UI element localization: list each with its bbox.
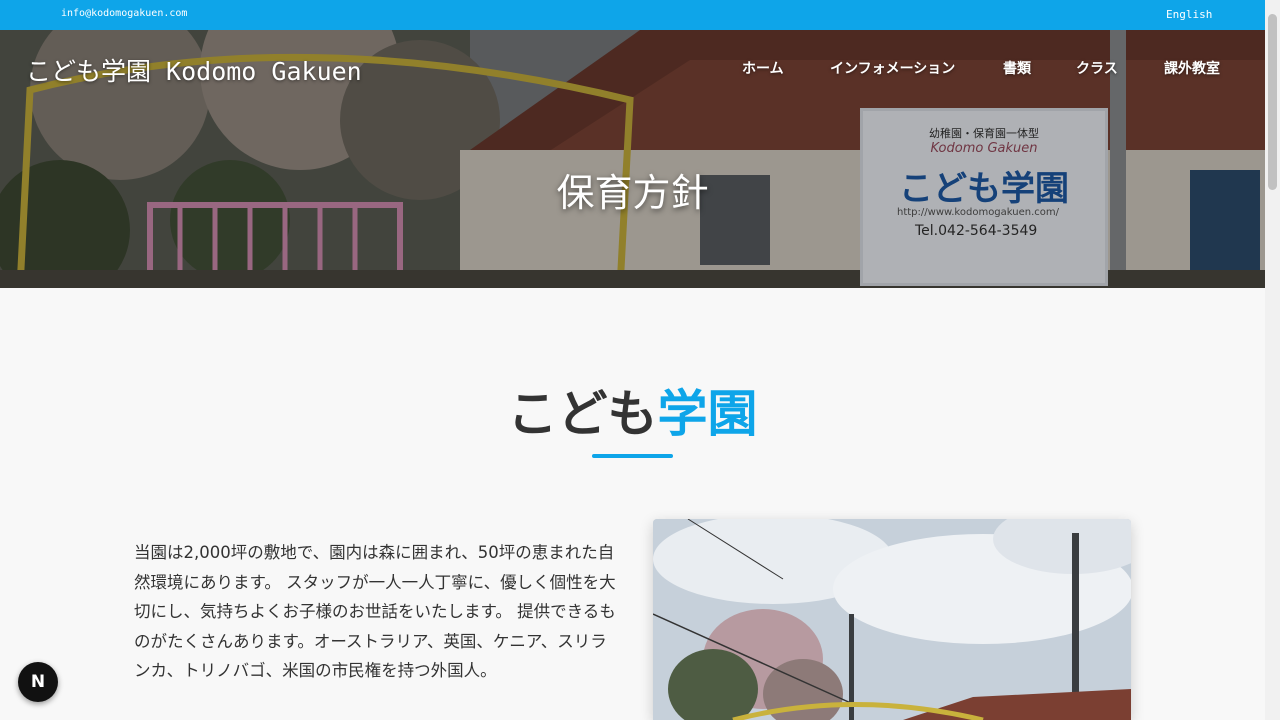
- school-photo-image: [653, 519, 1131, 720]
- school-photo: [653, 519, 1131, 720]
- hero-banner: 幼稚園・保育園一体型 Kodomo Gakuen こども学園 http://ww…: [0, 30, 1265, 288]
- intro-paragraph: 当園は2,000坪の敷地で、園内は森に囲まれ、50坪の恵まれた自然環境にあります…: [134, 543, 616, 680]
- section-title-underline: [592, 454, 673, 458]
- language-switch-link[interactable]: English: [1166, 8, 1212, 21]
- top-bar: info@kodomogakuen.com English: [0, 0, 1265, 30]
- page-scrollbar[interactable]: [1265, 0, 1280, 720]
- nav-information[interactable]: インフォメーション: [830, 58, 955, 78]
- nav-extracurricular[interactable]: 課外教室: [1164, 58, 1220, 78]
- dev-tools-button[interactable]: N: [18, 662, 58, 702]
- nav-documents[interactable]: 書類: [1003, 58, 1031, 78]
- scrollbar-thumb[interactable]: [1268, 14, 1277, 190]
- hero-title: 保育方針: [556, 171, 709, 215]
- nav-home[interactable]: ホーム: [742, 58, 784, 78]
- nav-classes[interactable]: クラス: [1076, 58, 1118, 78]
- site-logo[interactable]: こども学園 Kodomo Gakuen: [26, 52, 362, 88]
- section-title: こども学園: [0, 374, 1265, 446]
- section-title-accent: 学園: [657, 385, 758, 443]
- section-title-main: こども: [507, 385, 658, 443]
- contact-email[interactable]: info@kodomogakuen.com: [61, 8, 187, 19]
